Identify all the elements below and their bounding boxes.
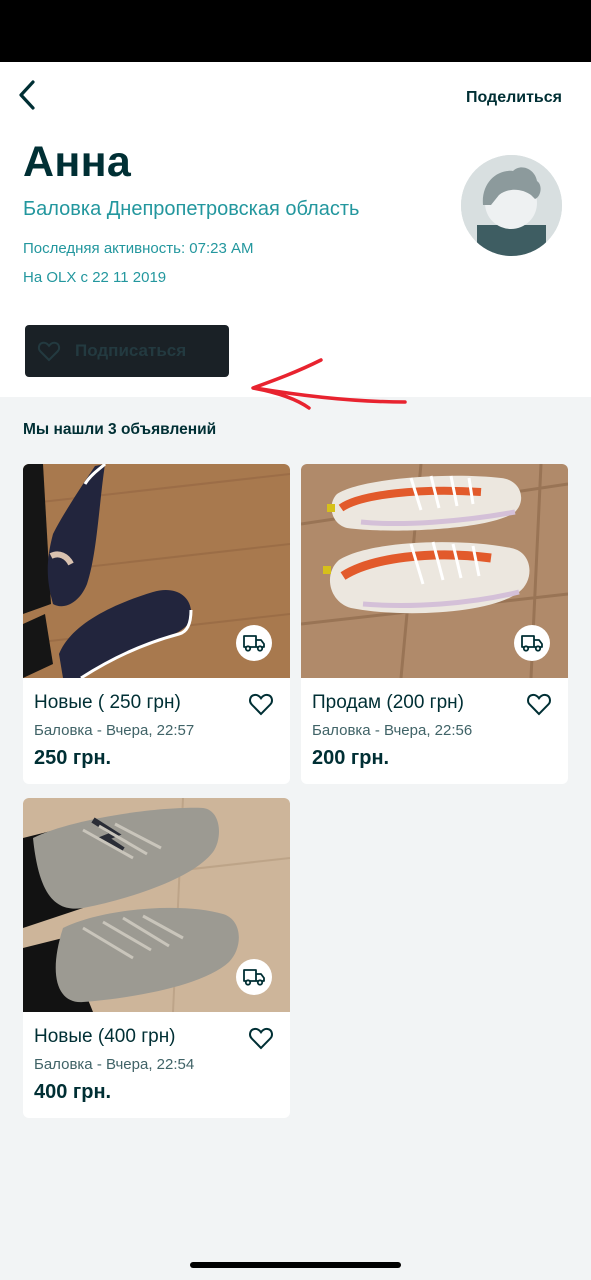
listing-card[interactable]: Продам (200 грн) Баловка - Вчера, 22:56 … — [301, 464, 568, 784]
truck-icon — [243, 635, 265, 652]
status-bar — [0, 0, 591, 62]
annotation-arrow-icon — [251, 358, 407, 410]
listing-location-date: Баловка - Вчера, 22:54 — [34, 1056, 195, 1073]
listing-photo[interactable] — [23, 464, 290, 678]
follow-button-label: Подписаться — [75, 341, 187, 360]
truck-icon — [243, 969, 265, 986]
profile-location: Баловка Днепропетровская область — [23, 198, 360, 220]
back-button[interactable] — [14, 78, 44, 112]
listing-photo[interactable] — [23, 798, 290, 1012]
favorite-button[interactable] — [526, 691, 552, 717]
follow-button[interactable]: Подписаться — [25, 325, 229, 377]
results-count: Мы нашли 3 объявлений — [23, 421, 217, 438]
listing-card[interactable]: Новые ( 250 грн) Баловка - Вчера, 22:57 … — [23, 464, 290, 784]
listing-price: 250 грн. — [34, 747, 112, 769]
heart-outline-icon — [527, 693, 551, 716]
home-indicator[interactable] — [190, 1262, 401, 1268]
delivery-badge — [514, 625, 550, 661]
delivery-badge — [236, 625, 272, 661]
listing-photo[interactable] — [301, 464, 568, 678]
favorite-button[interactable] — [248, 691, 274, 717]
listing-card[interactable]: Новые (400 грн) Баловка - Вчера, 22:54 4… — [23, 798, 290, 1118]
avatar — [461, 155, 562, 256]
truck-icon — [521, 635, 543, 652]
member-since: На OLX с 22 11 2019 — [23, 269, 167, 286]
delivery-badge — [236, 959, 272, 995]
listing-title[interactable]: Новые (400 грн) — [34, 1026, 176, 1048]
listing-price: 400 грн. — [34, 1081, 112, 1103]
heart-outline-icon — [249, 1027, 273, 1050]
listing-title[interactable]: Продам (200 грн) — [312, 692, 464, 714]
profile-header: Поделиться Анна Баловка Днепропетровская… — [0, 62, 591, 410]
favorite-button[interactable] — [248, 1025, 274, 1051]
listing-price: 200 грн. — [312, 747, 390, 769]
listing-location-date: Баловка - Вчера, 22:57 — [34, 722, 195, 739]
last-activity: Последняя активность: 07:23 AM — [23, 240, 254, 257]
default-avatar-icon — [461, 155, 562, 256]
heart-outline-icon — [37, 341, 61, 362]
profile-name: Анна — [23, 138, 132, 186]
chevron-left-icon — [19, 80, 35, 110]
listing-location-date: Баловка - Вчера, 22:56 — [312, 722, 473, 739]
share-link[interactable]: Поделиться — [466, 89, 562, 107]
listing-title[interactable]: Новые ( 250 грн) — [34, 692, 181, 714]
heart-outline-icon — [249, 693, 273, 716]
